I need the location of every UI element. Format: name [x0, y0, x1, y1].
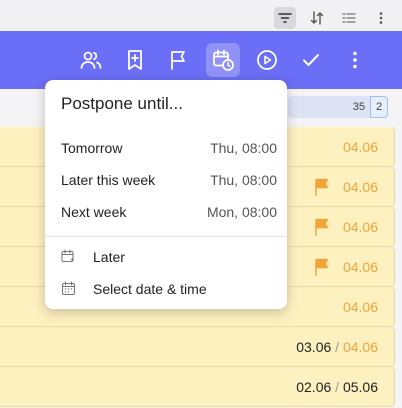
task-count-badge: 35 — [288, 96, 370, 118]
row-dates: 04.06 — [342, 299, 378, 315]
menu-item-value: Thu, 08:00 — [210, 140, 277, 156]
row-dates: 03.06 / 04.06 — [296, 339, 378, 355]
row-dates: 04.06 — [342, 259, 378, 275]
flag-icon[interactable] — [162, 43, 196, 77]
menu-item-label: Later this week — [61, 172, 156, 188]
row-dates: 02.06 / 05.06 — [296, 379, 378, 395]
menu-divider — [45, 236, 287, 237]
add-bookmark-icon[interactable] — [118, 43, 152, 77]
menu-item-label: Later — [93, 249, 125, 265]
table-row[interactable]: 02.06 / 05.06 — [0, 367, 395, 407]
list-view-icon[interactable] — [338, 7, 360, 29]
table-row[interactable]: 03.06 / 04.06 — [0, 327, 395, 367]
row-dates: 04.06 — [342, 219, 378, 235]
top-toolbar — [0, 0, 402, 30]
menu-item-value: Thu, 08:00 — [210, 172, 277, 188]
menu-item-later-this-week[interactable]: Later this week Thu, 08:00 — [45, 164, 287, 196]
sort-icon[interactable] — [306, 7, 328, 29]
task-count-badge-secondary: 2 — [370, 96, 388, 118]
complete-icon[interactable] — [294, 43, 328, 77]
menu-item-next-week[interactable]: Next week Mon, 08:00 — [45, 196, 287, 228]
menu-item-later[interactable]: Later — [45, 241, 287, 273]
postpone-menu: Postpone until... Tomorrow Thu, 08:00 La… — [45, 80, 287, 309]
calendar-later-icon — [61, 249, 74, 263]
menu-item-label: Tomorrow — [61, 140, 123, 156]
flag-icon — [315, 178, 329, 196]
assign-user-icon[interactable] — [74, 43, 108, 77]
more-vertical-icon[interactable] — [338, 43, 372, 77]
row-dates: 04.06 — [342, 139, 378, 155]
menu-item-select-date-time[interactable]: Select date & time — [45, 273, 287, 305]
flag-icon — [315, 258, 329, 276]
menu-item-label: Next week — [61, 204, 127, 220]
postpone-icon[interactable] — [206, 43, 240, 77]
filter-icon[interactable] — [274, 7, 296, 29]
menu-title: Postpone until... — [61, 94, 183, 113]
menu-item-tomorrow[interactable]: Tomorrow Thu, 08:00 — [45, 132, 287, 164]
flag-icon — [315, 218, 329, 236]
calendar-icon — [61, 281, 76, 296]
start-icon[interactable] — [250, 43, 284, 77]
menu-item-label: Select date & time — [93, 281, 207, 297]
more-vertical-icon[interactable] — [370, 7, 392, 29]
menu-item-value: Mon, 08:00 — [206, 204, 277, 220]
row-dates: 04.06 — [342, 179, 378, 195]
